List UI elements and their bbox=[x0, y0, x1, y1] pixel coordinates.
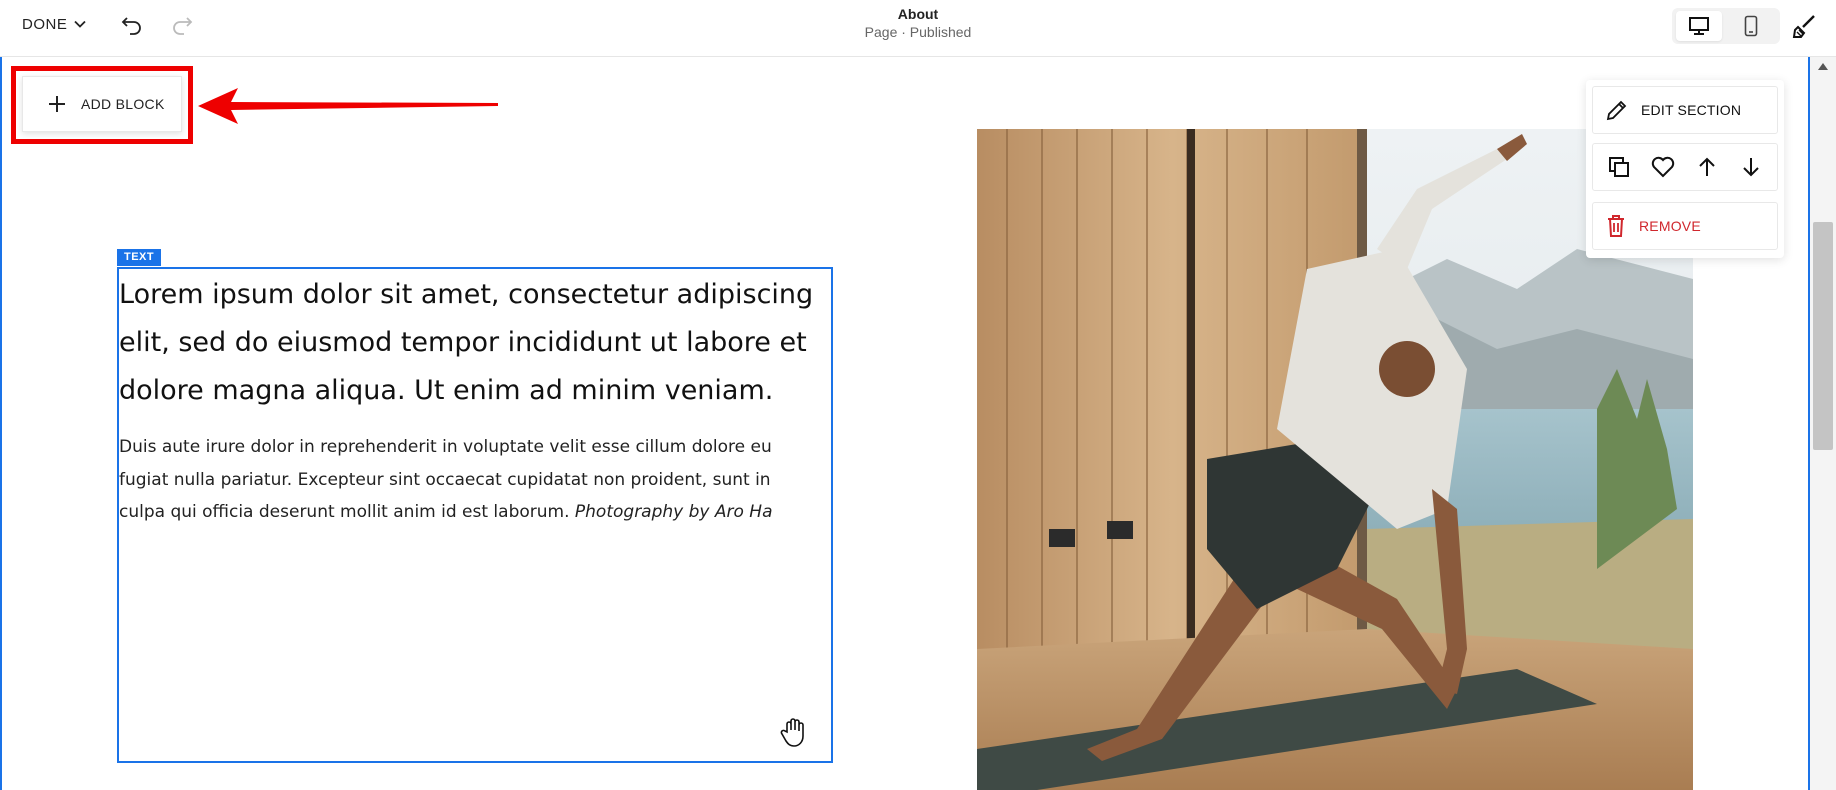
page-title-area: About Page · Published bbox=[818, 6, 1018, 40]
save-section-button[interactable] bbox=[1645, 149, 1681, 185]
add-block-button[interactable]: ADD BLOCK bbox=[22, 76, 182, 132]
duplicate-icon bbox=[1609, 157, 1629, 177]
device-toggle bbox=[1672, 8, 1780, 44]
chevron-down-icon bbox=[74, 20, 86, 28]
undo-button[interactable] bbox=[112, 8, 152, 42]
desktop-view-button[interactable] bbox=[1676, 11, 1722, 41]
scrollbar[interactable] bbox=[1810, 57, 1836, 790]
edit-section-button[interactable]: EDIT SECTION bbox=[1592, 86, 1778, 134]
move-section-down-button[interactable] bbox=[1733, 149, 1769, 185]
editor-toolbar: DONE About Page · Published bbox=[0, 0, 1836, 57]
done-button[interactable]: DONE bbox=[22, 12, 87, 36]
redo-icon bbox=[173, 17, 193, 35]
plus-icon bbox=[49, 96, 65, 112]
heart-icon bbox=[1651, 156, 1675, 178]
scroll-thumb[interactable] bbox=[1813, 222, 1833, 450]
remove-section-button[interactable]: REMOVE bbox=[1592, 202, 1778, 250]
arrow-up-icon bbox=[1699, 157, 1715, 176]
section-toolbar: EDIT SECTION REMOVE bbox=[1586, 80, 1784, 258]
done-label: DONE bbox=[22, 15, 68, 33]
scroll-up-arrow[interactable] bbox=[1818, 63, 1828, 70]
text-block-body: Duis aute irure dolor in reprehenderit i… bbox=[119, 431, 819, 529]
section-actions bbox=[1592, 143, 1778, 191]
add-block-label: ADD BLOCK bbox=[81, 96, 165, 112]
mobile-view-button[interactable] bbox=[1728, 11, 1774, 41]
photo-credit: Photography by Aro Ha bbox=[574, 502, 773, 522]
arrow-down-icon bbox=[1743, 158, 1759, 177]
undo-icon bbox=[121, 17, 141, 35]
text-block-lead: Lorem ipsum dolor sit amet, consectetur … bbox=[119, 279, 814, 406]
redo-button[interactable] bbox=[162, 8, 202, 42]
page-title: About bbox=[897, 6, 939, 22]
site-styles-button[interactable] bbox=[1785, 8, 1825, 44]
text-block-tag: TEXT bbox=[117, 249, 162, 266]
annotation-arrow bbox=[198, 88, 498, 124]
pencil-icon bbox=[1606, 100, 1627, 121]
page-status: Page · Published bbox=[864, 24, 972, 40]
grab-hand-icon bbox=[780, 718, 804, 747]
remove-section-label: REMOVE bbox=[1639, 218, 1701, 234]
trash-icon bbox=[1608, 215, 1624, 237]
paintbrush-icon bbox=[1792, 15, 1815, 38]
text-block[interactable]: Lorem ipsum dolor sit amet, consectetur … bbox=[117, 267, 833, 763]
move-section-up-button[interactable] bbox=[1689, 149, 1725, 185]
duplicate-section-button[interactable] bbox=[1601, 149, 1637, 185]
edit-section-label: EDIT SECTION bbox=[1641, 102, 1742, 118]
mobile-icon bbox=[1744, 15, 1758, 37]
desktop-icon bbox=[1689, 17, 1709, 35]
